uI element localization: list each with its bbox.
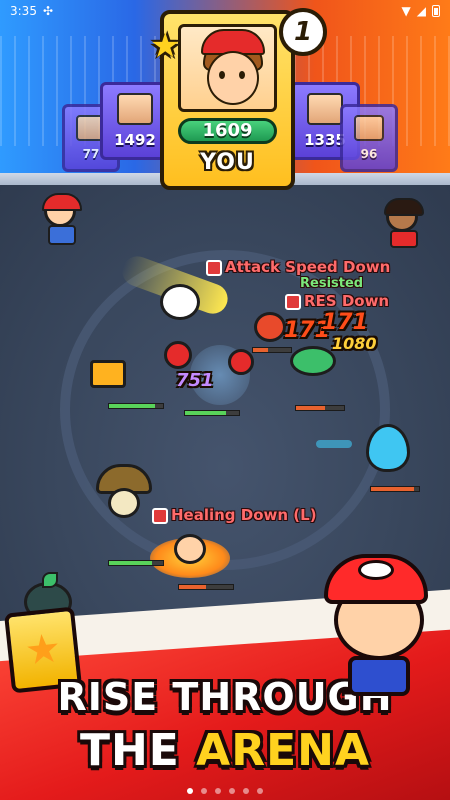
promo-line2-highlight: ARENA (196, 725, 371, 776)
damage-number: 1080 (332, 334, 377, 353)
avatar (354, 115, 384, 141)
effect-label: Healing Down (L) (171, 506, 317, 524)
health-bar (295, 405, 345, 411)
game-controller-icon: ✣ (42, 4, 54, 18)
health-bar (108, 560, 164, 566)
rank-card-score: 96 (360, 147, 378, 161)
effect-attack-speed-down: Attack Speed Down (206, 258, 390, 276)
player-score: 1609 (178, 118, 277, 144)
health-bar (178, 584, 234, 590)
avatar (117, 93, 153, 125)
damage-number: 751 (176, 370, 214, 391)
player-avatar (178, 24, 277, 112)
debuff-icon (206, 259, 222, 276)
signal-icon: ◢ (416, 4, 426, 18)
page-dot[interactable] (187, 788, 193, 794)
health-bar (252, 347, 292, 353)
rank-card-score: 77 (82, 147, 100, 161)
tv-unit (84, 350, 132, 390)
page-dot[interactable] (215, 788, 221, 794)
effect-res-down: RES Down (285, 292, 389, 310)
page-dot[interactable] (201, 788, 207, 794)
page-dot[interactable] (229, 788, 235, 794)
health-bar (184, 410, 240, 416)
player-label: YOU (200, 150, 255, 175)
status-bar: 3:35 ✣ ▼ ◢ (0, 0, 450, 22)
promo-headline-line2: THE ARENA (0, 725, 450, 776)
effect-resisted: Resisted (300, 276, 364, 291)
debuff-icon (285, 293, 301, 310)
effect-label: Attack Speed Down (225, 258, 391, 276)
page-dot[interactable] (243, 788, 249, 794)
star-icon: ★ (150, 26, 181, 66)
wifi-icon: ▼ (401, 4, 411, 18)
status-time: 3:35 (10, 4, 37, 18)
page-dot[interactable] (257, 788, 263, 794)
crown-unit (150, 520, 230, 580)
health-bar (108, 403, 164, 409)
effect-healing-down: Healing Down (L) (152, 506, 317, 524)
water-drop-unit (316, 420, 416, 474)
page-indicator (0, 788, 450, 794)
health-bar (370, 486, 420, 492)
rank-card-right-far: 96 (340, 104, 398, 172)
avatar (307, 93, 343, 125)
mushroom-unit (96, 464, 152, 522)
rank-card-score: 1492 (114, 131, 156, 149)
battery-icon (432, 5, 440, 17)
enemy-unit-dark-hair (380, 198, 424, 248)
hero-cap-kid (320, 540, 440, 700)
effect-label: RES Down (304, 292, 390, 310)
enemy-unit-cap-kid (38, 193, 82, 245)
promo-line2-prefix: THE (79, 725, 197, 776)
debuff-icon (152, 507, 168, 524)
damage-number: 171 (322, 310, 368, 335)
